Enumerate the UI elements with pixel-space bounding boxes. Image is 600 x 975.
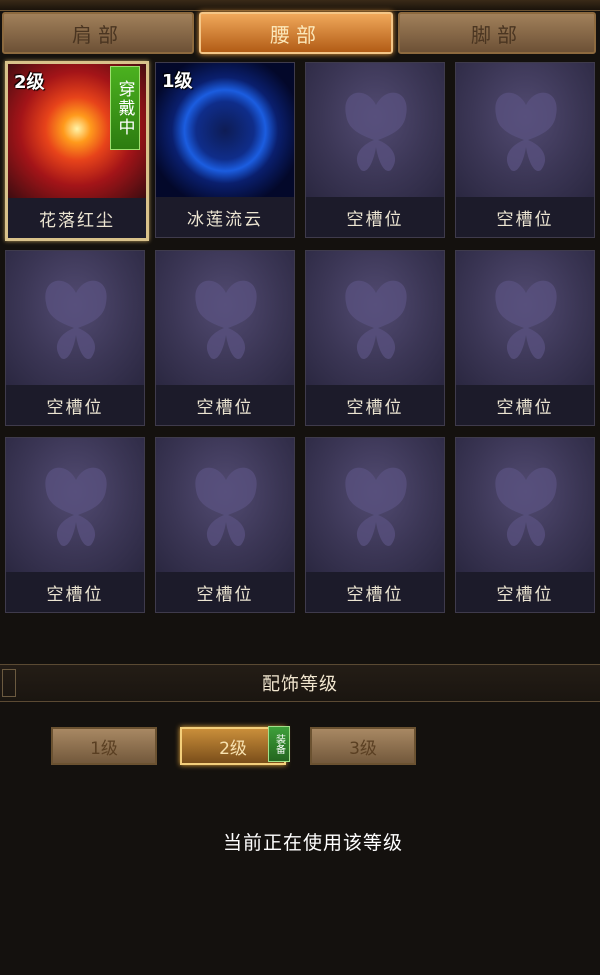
butterfly-icon	[195, 280, 257, 359]
slot-label: 空槽位	[456, 385, 594, 425]
empty-slot[interactable]: 空槽位	[5, 437, 145, 613]
accessory-slot-1[interactable]: 2级 穿戴中 花落红尘	[5, 61, 149, 241]
empty-slot[interactable]: 空槽位	[305, 437, 445, 613]
tab-bar: 肩部 腰部 脚部	[0, 12, 600, 58]
empty-slot[interactable]: 空槽位	[305, 62, 445, 238]
slot-label: 空槽位	[456, 197, 594, 237]
butterfly-icon	[45, 467, 107, 546]
slot-label: 空槽位	[306, 385, 444, 425]
butterfly-icon	[495, 280, 557, 359]
tab-waist[interactable]: 腰部	[199, 12, 393, 54]
butterfly-icon	[195, 467, 257, 546]
accessory-slot-2[interactable]: 1级 冰莲流云	[155, 62, 295, 238]
section-header: 配饰等级	[0, 664, 600, 702]
slot-label: 空槽位	[306, 572, 444, 612]
butterfly-icon	[345, 467, 407, 546]
slot-label: 空槽位	[306, 197, 444, 237]
butterfly-icon	[345, 92, 407, 171]
level-3-button[interactable]: 3级	[310, 727, 416, 765]
empty-slot[interactable]: 空槽位	[455, 250, 595, 426]
empty-slot[interactable]: 空槽位	[305, 250, 445, 426]
status-text: 当前正在使用该等级	[222, 832, 403, 854]
butterfly-icon	[495, 92, 557, 171]
empty-slot[interactable]: 空槽位	[155, 250, 295, 426]
wearing-badge: 穿戴中	[110, 66, 140, 150]
slot-label: 空槽位	[456, 572, 594, 612]
slot-label: 空槽位	[156, 385, 294, 425]
butterfly-icon	[45, 280, 107, 359]
butterfly-icon	[495, 467, 557, 546]
slot-label: 空槽位	[6, 385, 144, 425]
slot-label: 空槽位	[156, 572, 294, 612]
level-1-button[interactable]: 1级	[51, 727, 157, 765]
slot-label: 空槽位	[6, 572, 144, 612]
top-border	[0, 0, 600, 11]
slot-label: 花落红尘	[8, 198, 146, 238]
equip-tag: 装备	[268, 726, 290, 762]
slot-level: 2级	[14, 72, 45, 93]
empty-slot[interactable]: 空槽位	[455, 62, 595, 238]
tab-feet[interactable]: 脚部	[398, 12, 596, 54]
section-title: 配饰等级	[262, 674, 338, 695]
slot-label: 冰莲流云	[156, 197, 294, 237]
butterfly-icon	[345, 280, 407, 359]
tab-shoulder[interactable]: 肩部	[2, 12, 194, 54]
empty-slot[interactable]: 空槽位	[455, 437, 595, 613]
slot-level: 1级	[162, 71, 193, 92]
empty-slot[interactable]: 空槽位	[5, 250, 145, 426]
empty-slot[interactable]: 空槽位	[155, 437, 295, 613]
